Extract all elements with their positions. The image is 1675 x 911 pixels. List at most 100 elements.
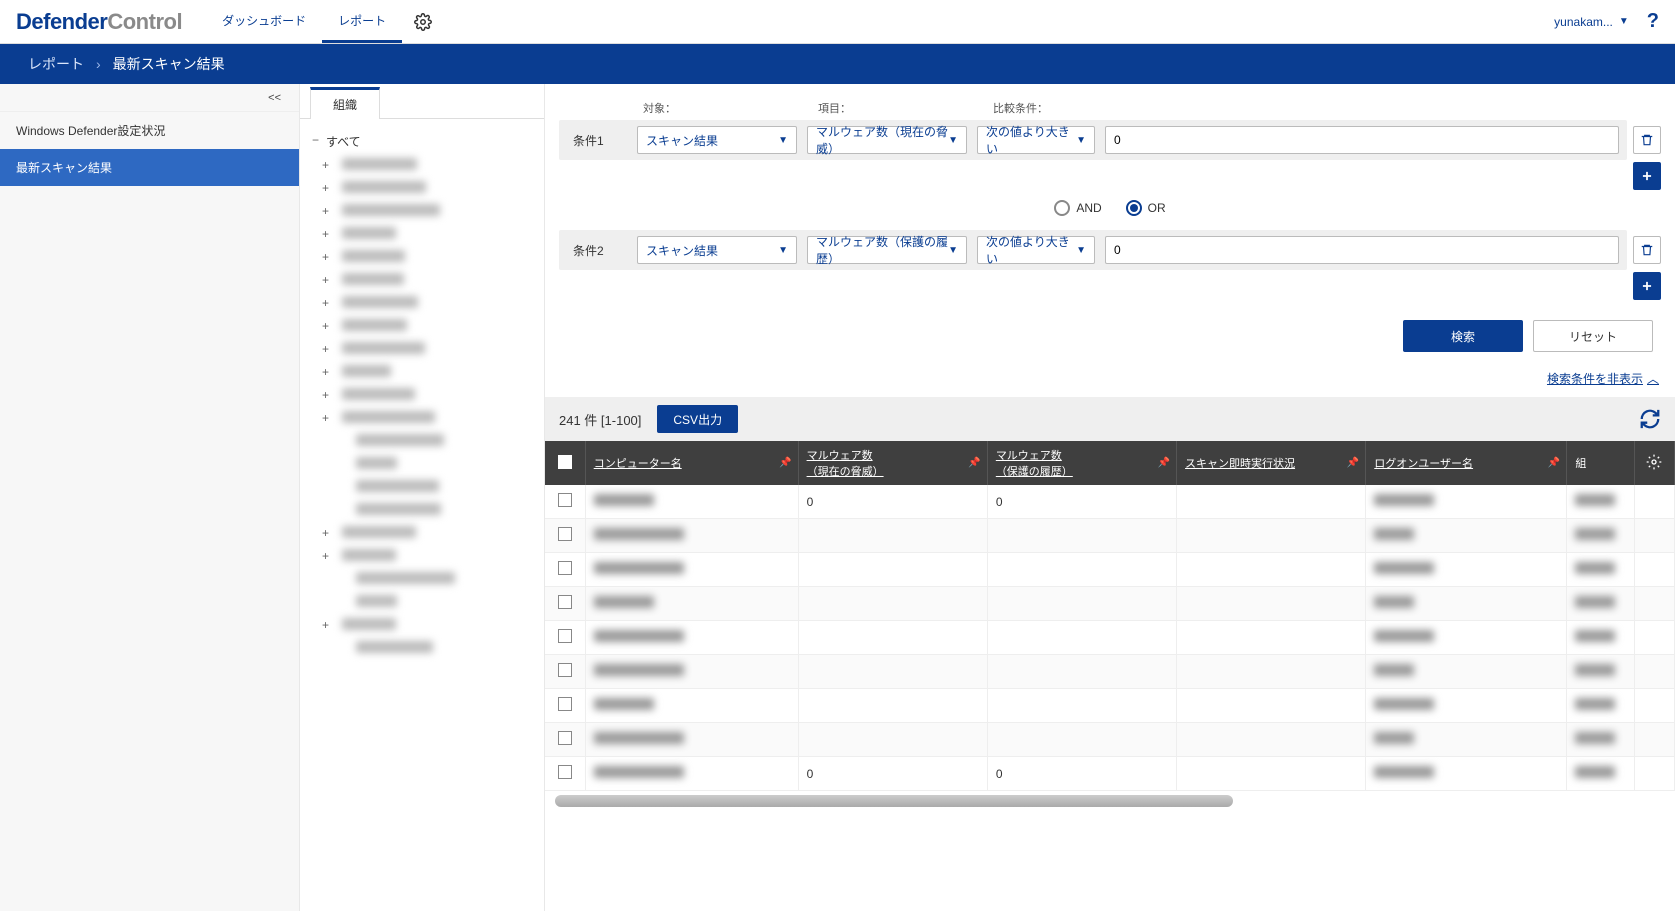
column-settings[interactable] <box>1634 441 1674 485</box>
condition-2-delete[interactable] <box>1633 236 1661 264</box>
tree-node-15[interactable] <box>308 499 536 522</box>
col-org[interactable]: 組 <box>1575 458 1586 470</box>
condition-1-compare[interactable]: 次の値より大きい▼ <box>977 126 1095 154</box>
cell-org <box>1575 732 1615 744</box>
cell-logon-user <box>1374 766 1434 778</box>
tree-root[interactable]: すべて <box>308 129 536 154</box>
add-condition-1[interactable] <box>1633 162 1661 190</box>
cell-org <box>1575 596 1615 608</box>
row-checkbox[interactable] <box>558 731 572 745</box>
tree-node-8[interactable] <box>308 338 536 361</box>
tree-node-10[interactable] <box>308 384 536 407</box>
tree-node-14[interactable] <box>308 476 536 499</box>
col-logon-user[interactable]: ログオンユーザー名 <box>1374 458 1473 470</box>
tree-node-12[interactable] <box>308 430 536 453</box>
reset-button[interactable]: リセット <box>1533 320 1653 352</box>
condition-1-delete[interactable] <box>1633 126 1661 154</box>
horizontal-scrollbar[interactable] <box>555 795 1233 807</box>
table-row[interactable]: 00 <box>545 485 1675 519</box>
col-malware-current[interactable]: マルウェア数 （現在の脅威） <box>807 450 884 478</box>
table-row[interactable] <box>545 621 1675 655</box>
nav-report[interactable]: レポート <box>322 0 402 43</box>
leftnav-item-1[interactable]: 最新スキャン結果 <box>0 149 299 186</box>
radio-and[interactable]: AND <box>1054 200 1101 216</box>
cell-org <box>1575 494 1615 506</box>
tree-node-18[interactable] <box>308 568 536 591</box>
table-row[interactable] <box>545 587 1675 621</box>
table-row[interactable] <box>545 519 1675 553</box>
search-button[interactable]: 検索 <box>1403 320 1523 352</box>
pin-icon[interactable]: 📌 <box>1158 458 1170 469</box>
condition-1-field[interactable]: マルウェア数（現在の脅威）▼ <box>807 126 967 154</box>
nav-settings[interactable] <box>402 0 444 43</box>
col-scan-status[interactable]: スキャン即時実行状況 <box>1185 458 1295 470</box>
condition-2-target[interactable]: スキャン結果▼ <box>637 236 797 264</box>
row-checkbox[interactable] <box>558 493 572 507</box>
tree-node-19[interactable] <box>308 591 536 614</box>
leftnav-item-0[interactable]: Windows Defender設定状況 <box>0 112 299 149</box>
col-computer[interactable]: コンピューター名 <box>594 458 682 470</box>
cell-malware-history <box>987 689 1176 723</box>
trash-icon <box>1640 133 1654 147</box>
table-row[interactable] <box>545 655 1675 689</box>
leftnav-collapse[interactable]: << <box>0 84 299 112</box>
row-checkbox[interactable] <box>558 527 572 541</box>
cell-malware-history: 0 <box>987 757 1176 791</box>
tree-tab-org[interactable]: 組織 <box>310 87 380 119</box>
condition-1-label: 条件1 <box>567 132 627 149</box>
pin-icon[interactable]: 📌 <box>1548 458 1560 469</box>
tree-node-4[interactable] <box>308 246 536 269</box>
row-checkbox[interactable] <box>558 595 572 609</box>
tree-node-21[interactable] <box>308 637 536 660</box>
tree-node-13[interactable] <box>308 453 536 476</box>
row-checkbox[interactable] <box>558 629 572 643</box>
results-table: コンピューター名 📌 マルウェア数 （現在の脅威） 📌 マルウェア数 （保護の履歴）… <box>545 441 1675 791</box>
toggle-filter-link[interactable]: 検索条件を非表示︿ <box>1547 370 1659 387</box>
table-row[interactable]: 00 <box>545 757 1675 791</box>
row-checkbox[interactable] <box>558 697 572 711</box>
condition-row-2: 条件2 スキャン結果▼ マルウェア数（保護の履歴）▼ 次の値より大きい▼ <box>559 230 1627 270</box>
tree-node-17[interactable] <box>308 545 536 568</box>
help-button[interactable]: ? <box>1647 10 1659 33</box>
add-condition-2[interactable] <box>1633 272 1661 300</box>
tree-node-1[interactable] <box>308 177 536 200</box>
tree-node-20[interactable] <box>308 614 536 637</box>
tree-node-0[interactable] <box>308 154 536 177</box>
trash-icon <box>1640 243 1654 257</box>
tree-node-6[interactable] <box>308 292 536 315</box>
pin-icon[interactable]: 📌 <box>968 458 980 469</box>
row-checkbox[interactable] <box>558 663 572 677</box>
condition-2-compare[interactable]: 次の値より大きい▼ <box>977 236 1095 264</box>
tree-node-9[interactable] <box>308 361 536 384</box>
table-row[interactable] <box>545 689 1675 723</box>
tree-node-2[interactable] <box>308 200 536 223</box>
csv-export-button[interactable]: CSV出力 <box>657 405 738 433</box>
table-row[interactable] <box>545 723 1675 757</box>
condition-2-value[interactable] <box>1105 236 1619 264</box>
row-checkbox[interactable] <box>558 765 572 779</box>
refresh-icon[interactable] <box>1639 408 1661 430</box>
cell-malware-current <box>798 723 987 757</box>
tree-node-11[interactable] <box>308 407 536 430</box>
filter-area: 対象： 項目： 比較条件： 条件1 スキャン結果▼ マルウェア数（現在の脅威）▼… <box>545 84 1675 360</box>
pin-icon[interactable]: 📌 <box>1347 458 1359 469</box>
cell-scan-status <box>1177 485 1366 519</box>
tree-node-5[interactable] <box>308 269 536 292</box>
nav-dashboard[interactable]: ダッシュボード <box>206 0 322 43</box>
radio-or[interactable]: OR <box>1126 200 1166 216</box>
condition-2-field[interactable]: マルウェア数（保護の履歴）▼ <box>807 236 967 264</box>
header-checkbox[interactable] <box>558 455 572 469</box>
condition-1-value[interactable] <box>1105 126 1619 154</box>
condition-1-target[interactable]: スキャン結果▼ <box>637 126 797 154</box>
tree-node-16[interactable] <box>308 522 536 545</box>
caret-down-icon: ▼ <box>948 135 958 146</box>
tree-node-7[interactable] <box>308 315 536 338</box>
top-nav: ダッシュボード レポート <box>206 0 444 43</box>
tree-node-3[interactable] <box>308 223 536 246</box>
table-row[interactable] <box>545 553 1675 587</box>
pin-icon[interactable]: 📌 <box>779 458 791 469</box>
col-malware-history[interactable]: マルウェア数 （保護の履歴） <box>996 450 1073 478</box>
breadcrumb-root[interactable]: レポート <box>28 54 84 74</box>
user-menu[interactable]: yunakam...▼ <box>1554 15 1629 29</box>
row-checkbox[interactable] <box>558 561 572 575</box>
